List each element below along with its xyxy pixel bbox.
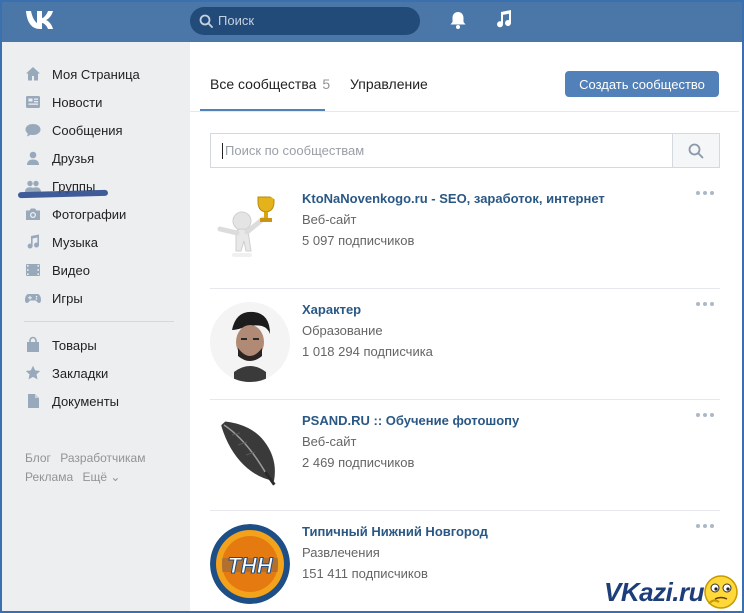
community-title[interactable]: Характер — [302, 302, 361, 317]
sidebar-item-label: Закладки — [52, 365, 109, 381]
sidebar-item-messages[interactable]: Сообщения — [24, 116, 184, 144]
sidebar-item-bookmarks[interactable]: Закладки — [24, 359, 184, 387]
feather-logo-image — [210, 413, 290, 493]
sidebar-item-news[interactable]: Новости — [24, 88, 184, 116]
search-icon — [688, 143, 704, 159]
camera-icon — [26, 208, 40, 220]
sidebar-footer: Блог Разработчикам Реклама Ещё ⌄ — [25, 449, 185, 487]
sidebar-item-label: Фотографии — [52, 206, 127, 222]
active-tab-indicator — [200, 109, 325, 111]
star-icon — [25, 365, 41, 380]
sidebar-item-label: Сообщения — [52, 122, 123, 138]
tab-label: Все сообщества — [210, 76, 317, 92]
sidebar-item-label: Друзья — [52, 150, 95, 166]
sidebar-item-label: Видео — [52, 262, 90, 278]
news-icon — [26, 96, 40, 108]
footer-link-more[interactable]: Ещё ⌄ — [82, 470, 120, 484]
sidebar-item-label: Товары — [52, 337, 97, 353]
community-title[interactable]: Типичный Нижний Новгород — [302, 524, 488, 539]
watermark-text: VKazi.ru — [604, 577, 705, 607]
sidebar-item-label: Новости — [52, 94, 103, 110]
community-category: Развлечения — [302, 545, 380, 560]
messages-icon — [25, 124, 41, 137]
community-list: KtoNaNovenkogo.ru - SEO, заработок, инте… — [210, 178, 720, 613]
community-avatar[interactable] — [210, 413, 290, 493]
community-category: Образование — [302, 323, 383, 338]
footer-link-ads[interactable]: Реклама — [25, 470, 73, 484]
community-search-placeholder: Поиск по сообществам — [225, 143, 365, 158]
bell-icon[interactable] — [448, 10, 468, 30]
video-icon — [26, 264, 40, 276]
community-subscribers: 5 097 подписчиков — [302, 233, 415, 248]
tab-management[interactable]: Управление — [350, 76, 428, 92]
community-search-button[interactable] — [672, 134, 719, 167]
bag-icon — [27, 336, 39, 352]
community-subscribers: 1 018 294 подписчика — [302, 344, 433, 359]
sidebar-item-goods[interactable]: Товары — [24, 331, 184, 359]
tab-all-communities[interactable]: Все сообщества 5 — [210, 76, 330, 92]
header-search-placeholder: Поиск — [218, 13, 255, 28]
sidebar-item-my-page[interactable]: Моя Страница — [24, 60, 184, 88]
tab-label: Управление — [350, 76, 428, 92]
community-title[interactable]: PSAND.RU :: Обучение фотошопу — [302, 413, 519, 428]
tnn-logo-image: ТНН — [210, 524, 290, 604]
thinking-smiley-icon — [704, 575, 738, 609]
community-title[interactable]: KtoNaNovenkogo.ru - SEO, заработок, инте… — [302, 191, 605, 206]
friends-icon — [27, 151, 39, 165]
sidebar-item-label: Игры — [52, 290, 83, 306]
top-header: Поиск — [0, 0, 744, 42]
list-item: KtoNaNovenkogo.ru - SEO, заработок, инте… — [210, 178, 720, 289]
sidebar-item-label: Моя Страница — [52, 66, 140, 82]
search-icon — [199, 14, 213, 28]
music-note-icon[interactable] — [494, 9, 514, 31]
list-item: PSAND.RU :: Обучение фотошопу Веб-сайт 2… — [210, 400, 720, 511]
tabs-bar: Все сообщества 5 Управление Создать сообщ… — [190, 56, 739, 112]
more-actions-icon[interactable] — [696, 299, 718, 309]
sidebar-item-label: Документы — [52, 393, 120, 409]
text-cursor — [222, 143, 223, 159]
community-search-input[interactable]: Поиск по сообществам — [210, 133, 720, 168]
footer-link-blog[interactable]: Блог — [25, 451, 51, 465]
music-icon — [27, 234, 40, 249]
community-category: Веб-сайт — [302, 434, 357, 449]
home-icon — [26, 67, 40, 81]
community-avatar[interactable] — [210, 302, 290, 382]
community-avatar[interactable] — [210, 191, 290, 271]
sidebar-item-friends[interactable]: Друзья — [24, 144, 184, 172]
footer-link-developers[interactable]: Разработчикам — [60, 451, 145, 465]
community-subscribers: 151 411 подписчиков — [302, 566, 428, 581]
svg-text:ТНН: ТНН — [227, 553, 273, 578]
more-actions-icon[interactable] — [696, 410, 718, 420]
vk-logo-icon[interactable] — [24, 8, 60, 32]
tab-count: 5 — [322, 76, 331, 92]
list-item: Характер Образование 1 018 294 подписчик… — [210, 289, 720, 400]
more-actions-icon[interactable] — [696, 188, 718, 198]
sidebar-nav: Моя Страница Новости Сообщения Друзья Гр… — [24, 60, 184, 415]
community-avatar[interactable]: ТНН — [210, 524, 290, 604]
document-icon — [28, 394, 39, 408]
community-category: Веб-сайт — [302, 212, 357, 227]
sidebar-item-label: Музыка — [52, 234, 98, 250]
sidebar-divider — [24, 321, 174, 322]
header-search-input[interactable]: Поиск — [190, 7, 420, 35]
main-panel: Все сообщества 5 Управление Создать сообщ… — [190, 56, 739, 613]
more-actions-icon[interactable] — [696, 521, 718, 531]
trophy-figure-image — [210, 191, 290, 271]
create-community-button[interactable]: Создать сообщество — [565, 71, 719, 97]
community-subscribers: 2 469 подписчиков — [302, 455, 415, 470]
portrait-image — [210, 302, 290, 382]
gamepad-icon — [25, 294, 41, 303]
sidebar-item-games[interactable]: Игры — [24, 284, 184, 312]
sidebar-item-video[interactable]: Видео — [24, 256, 184, 284]
sidebar-item-photos[interactable]: Фотографии — [24, 200, 184, 228]
sidebar-item-documents[interactable]: Документы — [24, 387, 184, 415]
sidebar-item-music[interactable]: Музыка — [24, 228, 184, 256]
